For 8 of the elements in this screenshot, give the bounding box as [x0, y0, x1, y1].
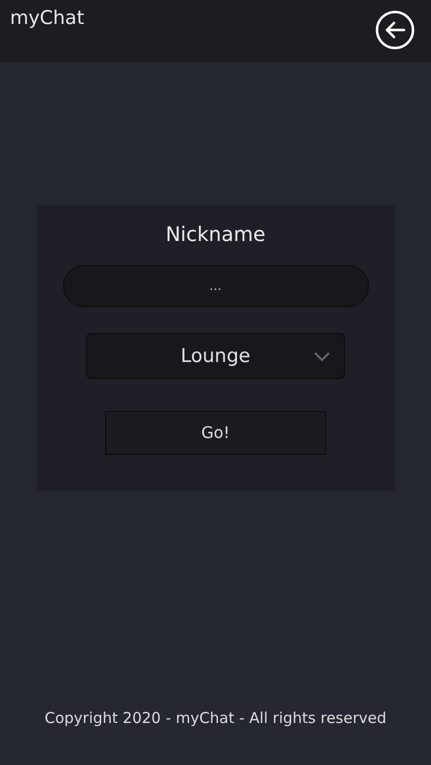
copyright-text: Copyright 2020 - myChat - All rights reserved: [44, 708, 386, 729]
nickname-label: Nickname: [166, 221, 266, 248]
chevron-down-icon: [314, 352, 330, 362]
app-title: myChat: [10, 6, 84, 31]
nickname-field[interactable]: ...: [62, 265, 368, 307]
room-select[interactable]: Lounge: [86, 333, 345, 379]
back-button[interactable]: [375, 10, 415, 50]
go-button[interactable]: Go!: [105, 411, 326, 455]
